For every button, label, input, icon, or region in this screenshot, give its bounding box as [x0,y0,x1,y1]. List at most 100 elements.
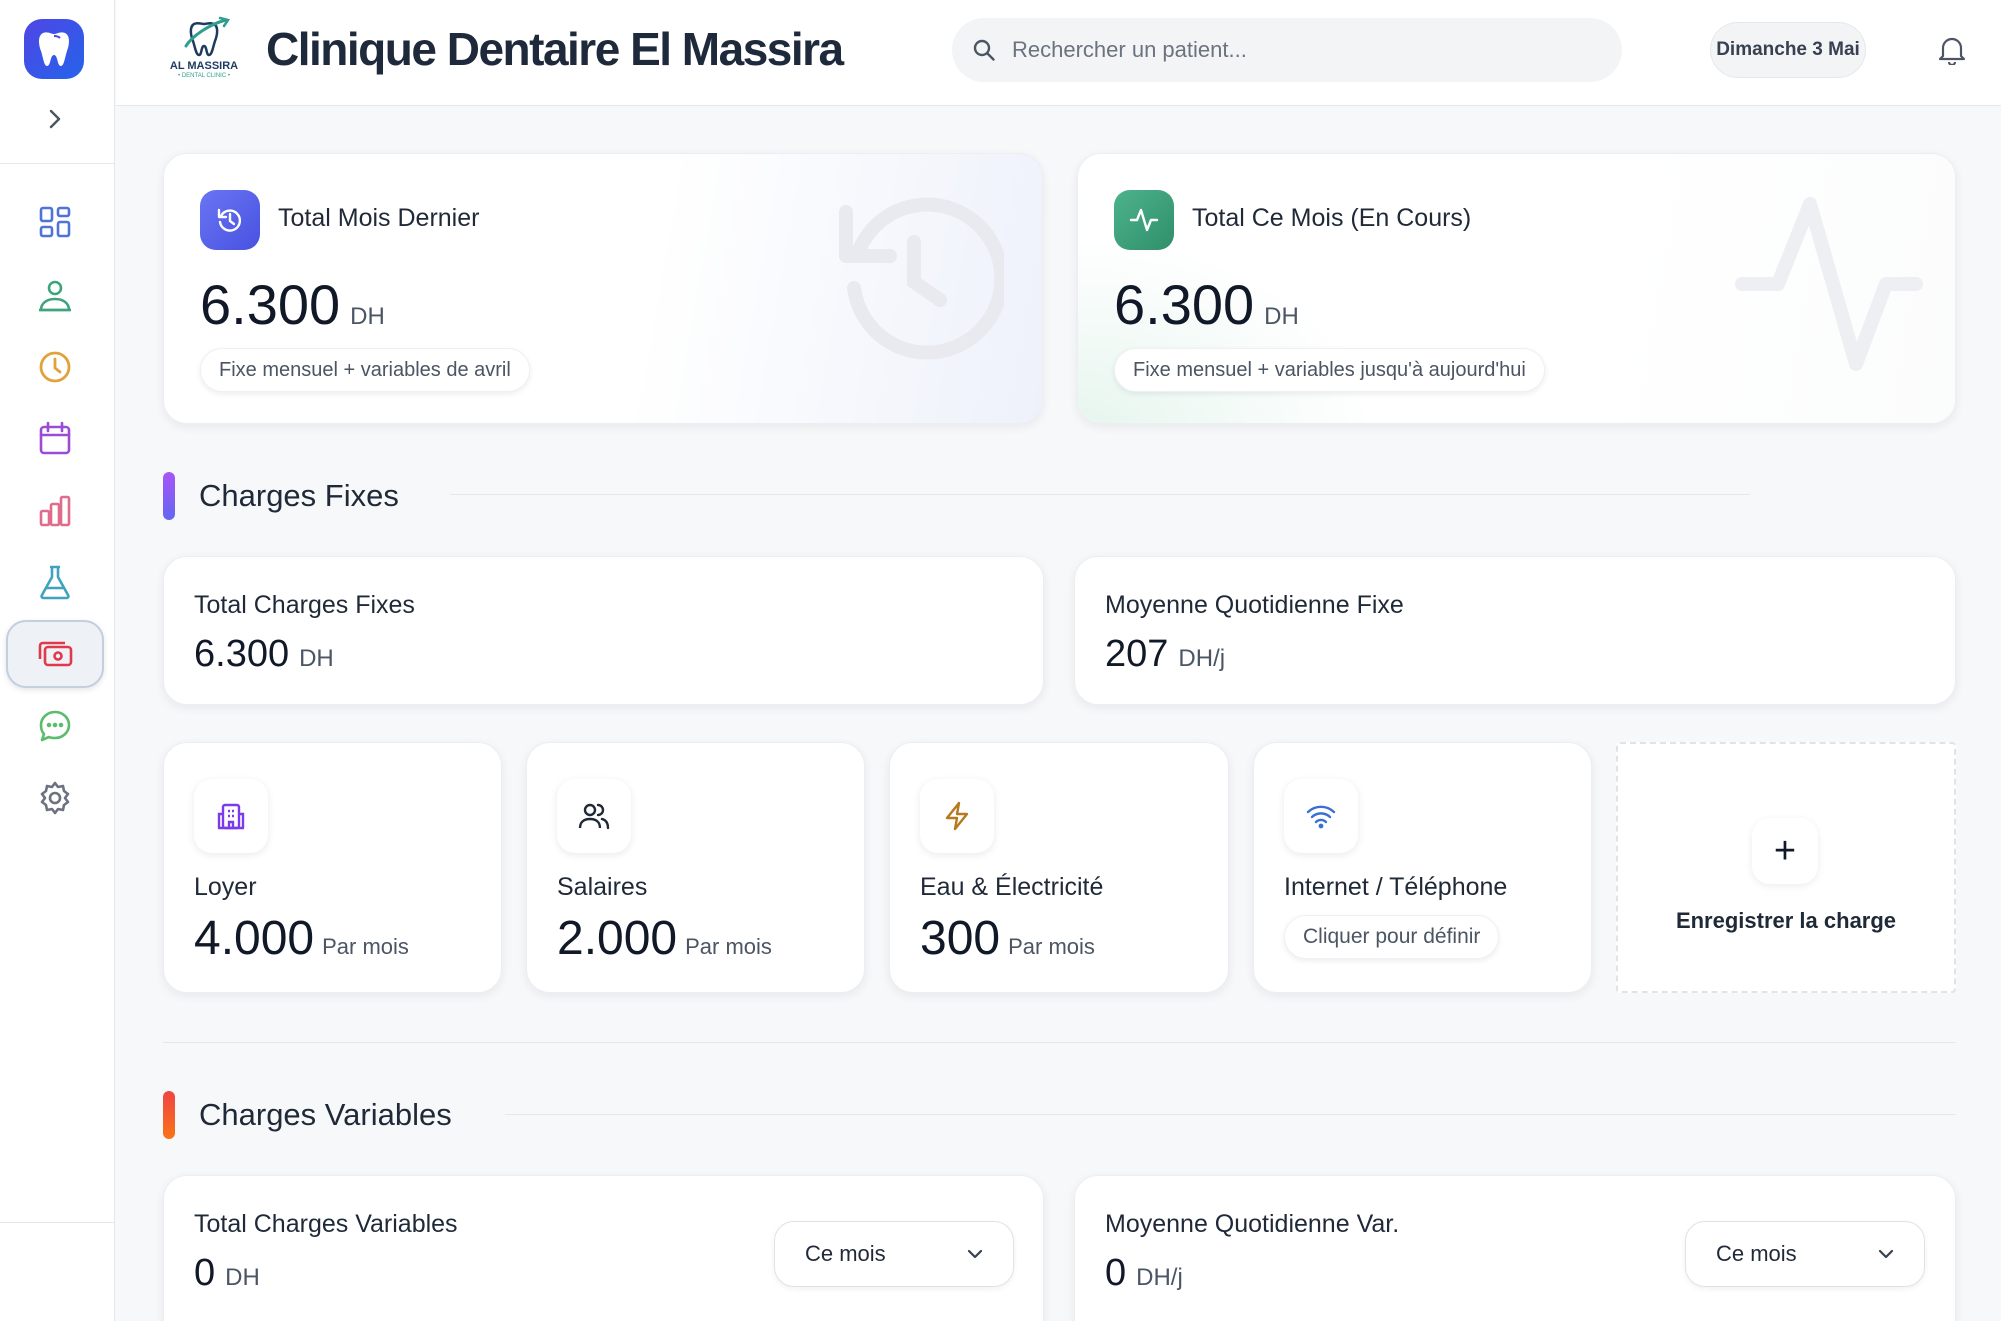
activity-icon [1129,208,1159,232]
charge-value: 2.000 [557,912,678,965]
app-logo[interactable] [24,19,84,79]
people-icon [578,803,610,830]
clinic-logo: AL MASSIRA • DENTAL CLINIC • [164,16,244,84]
clinic-logo-subtext: • DENTAL CLINIC • [178,73,230,79]
charge-card-internet-telephone[interactable]: Internet / Téléphone Cliquer pour défini… [1253,742,1592,993]
section-title-variable: Charges Variables [199,1097,452,1132]
calendar-icon [39,421,71,455]
grid-icon [39,206,71,238]
charge-card-salaires[interactable]: Salaires 2.000 Par mois [526,742,865,993]
last-month-unit: DH [350,303,385,330]
daily-variable-period-select[interactable]: Ce mois [1685,1221,1925,1287]
charge-name: Loyer [194,873,257,901]
chat-icon [39,710,71,742]
tooth-icon [39,32,69,66]
wifi-icon [1306,805,1336,829]
charge-period: Par mois [685,934,772,959]
this-month-unit: DH [1264,303,1299,330]
period-select-value: Ce mois [805,1241,886,1266]
add-charge-card[interactable]: + Enregistrer la charge [1616,742,1956,993]
sidebar-item-history[interactable] [24,336,86,398]
lightning-icon [945,801,969,831]
charge-value: 300 [920,912,1001,965]
total-fixed-card: Total Charges Fixes 6.300 DH [163,556,1044,705]
sidebar-item-calendar[interactable] [24,408,86,470]
search-bar[interactable] [952,18,1622,82]
last-month-note: Fixe mensuel + variables de avril [200,348,530,392]
flask-icon [40,565,70,600]
define-charge-button[interactable]: Cliquer pour définir [1284,915,1500,959]
sidebar-divider [0,163,115,164]
history-watermark-icon [839,197,1004,360]
total-variable-card: Total Charges Variables 0 DH Ce mois [163,1175,1044,1321]
bar-chart-icon [39,495,71,527]
top-header: AL MASSIRA • DENTAL CLINIC • Clinique De… [116,0,2001,106]
sidebar-item-charges[interactable] [6,620,104,688]
summary-card-last-month: Total Mois Dernier 6.300 DH Fixe mensuel … [163,153,1043,424]
total-variable-amount: 0 DH [194,1252,260,1295]
search-icon [973,39,995,61]
total-variable-value: 0 [194,1252,216,1294]
daily-fixed-label: Moyenne Quotidienne Fixe [1105,591,1404,619]
last-month-badge [200,190,260,250]
date-display: Dimanche 3 Mai [1710,22,1866,78]
daily-fixed-unit: DH/j [1178,645,1226,672]
daily-variable-unit: DH/j [1136,1264,1183,1291]
sidebar-item-patients[interactable] [24,265,86,327]
section-accent-bar [163,1091,175,1139]
chevron-down-icon [1878,1249,1894,1259]
this-month-title: Total Ce Mois (En Cours) [1192,204,1472,232]
charge-amount: 300 Par mois [920,911,1095,966]
chevron-down-icon [967,1249,983,1259]
sidebar [0,0,115,1321]
charge-amount: 2.000 Par mois [557,911,772,966]
sidebar-toggle-button[interactable] [40,104,70,134]
cat-icon-wrap [920,779,994,853]
activity-watermark-icon [1735,197,1923,371]
sidebar-item-dashboard[interactable] [24,191,86,253]
daily-fixed-amount: 207 DH/j [1105,633,1225,676]
sidebar-item-messages[interactable] [24,695,86,757]
page-title: Clinique Dentaire El Massira [266,23,844,75]
search-input[interactable] [1012,37,1572,63]
building-icon [217,803,245,830]
daily-fixed-value: 207 [1105,633,1169,675]
total-fixed-amount: 6.300 DH [194,633,334,676]
history-icon [217,208,242,232]
this-month-amount: 6.300 DH [1114,272,1299,337]
total-variable-period-select[interactable]: Ce mois [774,1221,1014,1287]
total-fixed-label: Total Charges Fixes [194,591,415,619]
last-month-value: 6.300 [200,273,341,336]
this-month-value: 6.300 [1114,273,1255,336]
charge-name: Salaires [557,873,648,901]
cat-icon-wrap [1284,779,1358,853]
cat-icon-wrap [194,779,268,853]
charge-value: 4.000 [194,912,315,965]
daily-variable-label: Moyenne Quotidienne Var. [1105,1210,1400,1238]
charge-card-eau-electricite[interactable]: Eau & Électricité 300 Par mois [889,742,1229,993]
total-variable-label: Total Charges Variables [194,1210,458,1238]
last-month-amount: 6.300 DH [200,272,385,337]
this-month-badge [1114,190,1174,250]
charge-amount: 4.000 Par mois [194,911,409,966]
daily-fixed-card: Moyenne Quotidienne Fixe 207 DH/j [1074,556,1956,705]
section-title-fixed: Charges Fixes [199,478,399,513]
last-month-title: Total Mois Dernier [278,204,480,232]
daily-variable-amount: 0 DH/j [1105,1252,1183,1295]
sidebar-bottom-divider [0,1222,115,1223]
sidebar-item-settings[interactable] [24,767,86,829]
notifications-button[interactable] [1934,32,1970,68]
charge-name: Eau & Électricité [920,873,1104,901]
total-variable-unit: DH [225,1264,260,1291]
bell-icon [1938,37,1966,65]
section-divider [505,1114,1956,1115]
daily-variable-card: Moyenne Quotidienne Var. 0 DH/j Ce mois [1074,1175,1956,1321]
sidebar-item-lab[interactable] [24,551,86,613]
this-month-note: Fixe mensuel + variables jusqu'à aujourd… [1114,348,1545,392]
total-fixed-unit: DH [299,645,334,672]
charge-card-loyer[interactable]: Loyer 4.000 Par mois [163,742,502,993]
section-divider [450,494,1750,495]
summary-card-this-month: Total Ce Mois (En Cours) 6.300 DH Fixe me… [1077,153,1956,424]
period-select-value: Ce mois [1716,1241,1797,1266]
sidebar-item-stats[interactable] [24,480,86,542]
